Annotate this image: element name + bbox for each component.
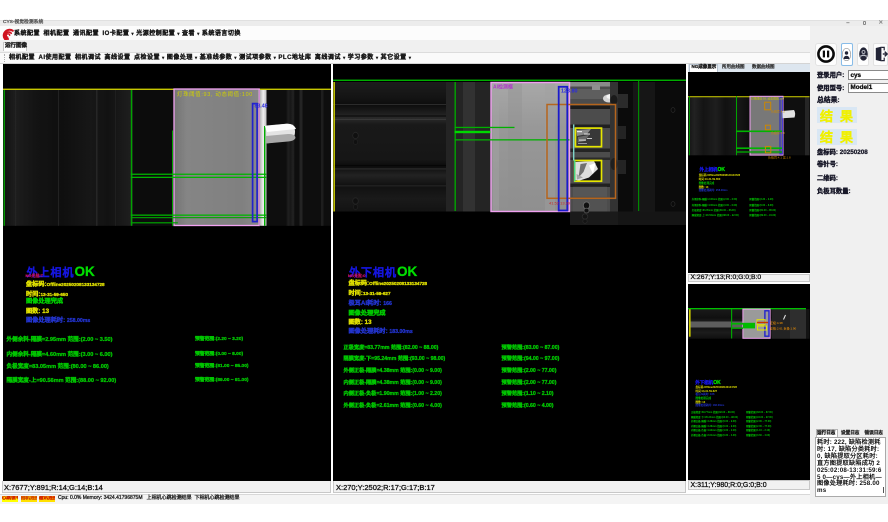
svg-text:负极耳:4.1 宽:1.8: 负极耳:4.1 宽:1.8 <box>768 154 791 159</box>
svg-text:AI检测框: AI检测框 <box>493 83 513 90</box>
svg-text:正极:4.38: 正极:4.38 <box>770 320 783 325</box>
svg-text:123.80: 123.80 <box>561 88 578 94</box>
svg-text:负极耳:3.6: 负极耳:3.6 <box>771 130 785 135</box>
svg-text:正极:2.61 负极:1.90: 正极:2.61 负极:1.90 <box>770 326 797 331</box>
svg-text:83.48: 83.48 <box>254 103 267 109</box>
svg-text:41.52 13.39: 41.52 13.39 <box>549 200 571 205</box>
svg-text:灯珠阈值:93, 动态阈值:100: 灯珠阈值:93, 动态阈值:100 <box>751 96 785 100</box>
svg-text:灯珠阈值:93, 动态阈值:100: 灯珠阈值:93, 动态阈值:100 <box>177 90 253 98</box>
svg-text:负极耳:4.2: 负极耳:4.2 <box>771 108 785 113</box>
